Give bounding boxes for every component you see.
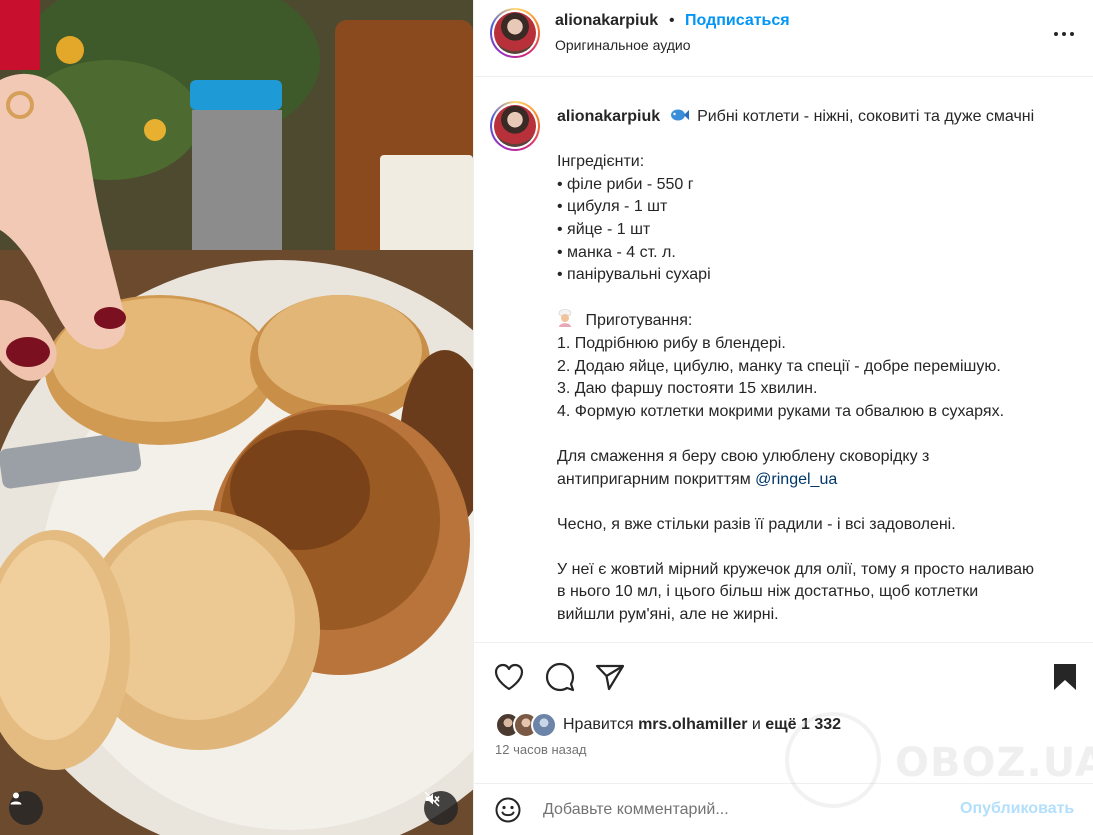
ingredient-item: • панірувальні сухарі	[557, 266, 711, 284]
oil-text-line: вийшли рум'яні, але не жирні.	[557, 606, 779, 624]
oil-text-line: У неї є жовтий мірний кружечок для олії,…	[557, 560, 1035, 578]
emoji-picker-button[interactable]	[493, 795, 523, 825]
likes-conjunction: и	[751, 716, 761, 733]
share-button[interactable]	[594, 661, 626, 693]
pan-text-line: Для смаження я беру свою улюблену сковор…	[557, 447, 930, 465]
comment-button[interactable]	[544, 661, 576, 693]
mention-link[interactable]: @ringel_ua	[755, 471, 837, 488]
fish-emoji-icon	[670, 109, 689, 121]
speech-bubble-icon	[545, 662, 575, 692]
separator-dot: •	[669, 12, 675, 29]
pan-text-line: антипригарним покриттям	[557, 470, 751, 488]
user-icon	[10, 792, 22, 805]
ingredient-item: • манка - 4 ст. л.	[557, 243, 676, 261]
steps-header: Приготування:	[585, 312, 693, 330]
heart-icon	[494, 663, 524, 691]
like-button[interactable]	[493, 661, 525, 693]
step-item: 3. Даю фаршу постояти 15 хвилин.	[557, 380, 818, 398]
follow-button[interactable]: Подписаться	[685, 12, 790, 30]
comment-input[interactable]	[543, 798, 943, 822]
caption-title: Рибні котлети - ніжні, соковиті та дуже …	[697, 108, 1035, 125]
step-item: 2. Додаю яйце, цибулю, манку та спеції -…	[557, 357, 1001, 375]
caption-author-avatar[interactable]	[490, 101, 540, 151]
step-item: 4. Формую котлетки мокрими руками та обв…	[557, 402, 1005, 420]
bookmark-icon	[1054, 664, 1076, 690]
caption-username[interactable]: alionakarpiuk	[557, 108, 660, 125]
paper-plane-icon	[595, 664, 625, 691]
likes-prefix: Нравится	[563, 716, 634, 733]
comment-bar: Опубликовать	[473, 783, 1093, 835]
mute-toggle-button[interactable]	[424, 791, 458, 825]
step-item: 1. Подрібнюю рибу в блендері.	[557, 334, 786, 352]
caption-text: alionakarpiuk Рибні котлети - ніжні, сок…	[557, 106, 1087, 627]
author-avatar[interactable]	[490, 8, 540, 58]
likers-avatars[interactable]	[495, 712, 557, 738]
likes-count[interactable]: ещё 1 332	[765, 716, 841, 733]
cook-emoji-icon	[558, 309, 572, 328]
ingredient-item: • яйце - 1 шт	[557, 220, 651, 238]
save-button[interactable]	[1049, 661, 1081, 693]
author-username[interactable]: alionakarpiuk	[555, 12, 658, 30]
ingredient-item: • цибуля - 1 шт	[557, 198, 668, 216]
liker-username[interactable]: mrs.olhamiller	[638, 716, 747, 733]
ingredients-header: Інгредієнти:	[557, 153, 645, 171]
audio-label[interactable]: Оригинальное аудио	[555, 37, 691, 53]
speaker-muted-icon	[424, 791, 440, 807]
avatar	[531, 712, 557, 738]
more-options-button[interactable]	[1050, 22, 1078, 46]
tagged-users-button[interactable]	[9, 791, 43, 825]
post-caption: alionakarpiuk Рибні котлети - ніжні, сок…	[474, 77, 1093, 642]
post-timestamp[interactable]: 12 часов назад	[495, 742, 587, 757]
likes-summary: Нравится mrs.olhamiller и ещё 1 332	[563, 716, 841, 734]
ingredient-item: • філе риби - 550 г	[557, 175, 694, 193]
post-comment-button[interactable]: Опубликовать	[960, 800, 1074, 818]
post-panel: alionakarpiuk • Подписаться Оригинальное…	[473, 0, 1093, 835]
more-horizontal-icon	[1054, 32, 1074, 36]
oil-text-line: в нього 10 мл, і цього більш ніж достатн…	[557, 583, 979, 601]
smiley-icon	[495, 797, 521, 823]
post-media[interactable]	[0, 0, 473, 835]
honest-text-line: Чесно, я вже стільки разів її радили - і…	[557, 515, 956, 533]
post-header: alionakarpiuk • Подписаться Оригинальное…	[474, 0, 1093, 77]
food-photo	[0, 0, 473, 835]
